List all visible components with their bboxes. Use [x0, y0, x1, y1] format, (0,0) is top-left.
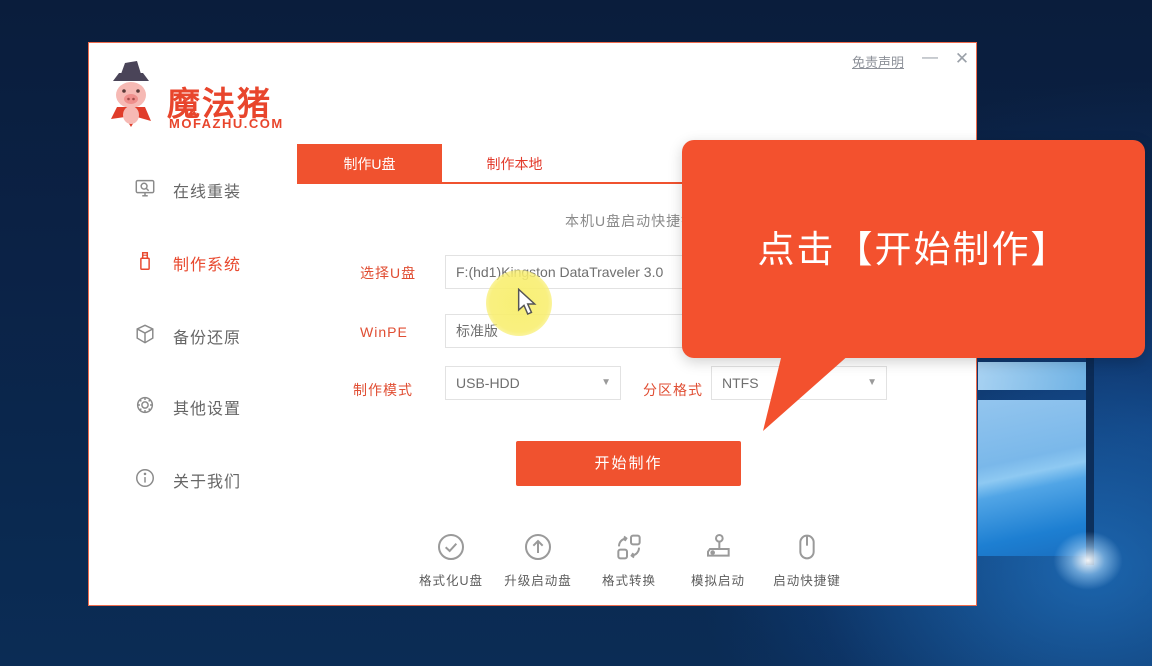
tool-label: 格式化U盘	[403, 570, 499, 589]
callout-text: 点击【开始制作】	[758, 219, 1070, 273]
sidebar-item-backup-restore[interactable]: 备份还原	[89, 319, 297, 351]
chevron-down-icon: ▼	[601, 367, 611, 399]
winpe-value: 标准版	[456, 323, 498, 339]
tool-format-usb[interactable]: 格式化U盘	[403, 531, 499, 589]
info-icon	[134, 467, 156, 489]
select-usb-value: F:(hd1)Kingston DataTraveler 3.0	[456, 264, 663, 280]
make-mode-value: USB-HDD	[456, 375, 520, 391]
desktop: 魔法猪 MOFAZHU.COM 免责声明 — ✕ 在线重装 制作系统	[0, 0, 1152, 666]
mouse-cursor-icon	[516, 288, 540, 316]
sidebar-item-label: 制作系统	[173, 251, 241, 275]
sidebar-item-online-reinstall[interactable]: 在线重装	[89, 173, 297, 205]
format-convert-icon	[613, 531, 645, 563]
wallpaper-glow	[1040, 520, 1152, 610]
tool-label: 模拟启动	[670, 570, 766, 589]
pig-wizard-mascot-icon	[103, 59, 159, 131]
make-mode-dropdown[interactable]: USB-HDD ▼	[445, 366, 621, 400]
tool-boot-hotkey[interactable]: 启动快捷键	[759, 531, 855, 589]
arrow-up-circle-icon	[522, 531, 554, 563]
settings-gear-icon	[134, 394, 156, 416]
usb-boot-hotkey-label: 本机U盘启动快捷键:	[339, 211, 701, 231]
app-logo: 魔法猪 MOFAZHU.COM	[103, 59, 323, 139]
joystick-icon	[702, 531, 734, 563]
close-button[interactable]: ✕	[951, 49, 973, 69]
sidebar-item-label: 备份还原	[173, 324, 241, 348]
tab-make-local[interactable]: 制作本地	[442, 144, 587, 184]
sidebar-item-label: 在线重装	[173, 178, 241, 202]
sidebar-item-label: 其他设置	[173, 395, 241, 419]
callout-tail	[758, 354, 858, 434]
tool-label: 升级启动盘	[490, 570, 586, 589]
sidebar-item-label: 关于我们	[173, 468, 241, 492]
chevron-down-icon: ▼	[867, 367, 877, 399]
tutorial-callout: 点击【开始制作】	[682, 140, 1145, 358]
sidebar-item-about-us[interactable]: 关于我们	[89, 463, 297, 495]
monitor-reinstall-icon	[134, 177, 156, 199]
make-mode-label: 制作模式	[353, 380, 413, 400]
wallpaper-window-pane-top	[978, 362, 1086, 390]
backup-restore-icon	[134, 323, 156, 345]
partition-format-value: NTFS	[722, 375, 759, 391]
tool-label: 格式转换	[581, 570, 677, 589]
select-usb-label: 选择U盘	[360, 263, 416, 283]
sidebar-item-other-settings[interactable]: 其他设置	[89, 390, 297, 422]
tool-label: 启动快捷键	[759, 570, 855, 589]
sidebar-item-make-system[interactable]: 制作系统	[89, 246, 297, 278]
usb-drive-icon	[134, 250, 156, 272]
minimize-button[interactable]: —	[919, 51, 941, 69]
start-make-button[interactable]: 开始制作	[516, 441, 741, 486]
mouse-icon	[791, 531, 823, 563]
logo-subtitle: MOFAZHU.COM	[169, 116, 284, 131]
tool-simulate-boot[interactable]: 模拟启动	[670, 531, 766, 589]
check-circle-icon	[435, 531, 467, 563]
tool-format-convert[interactable]: 格式转换	[581, 531, 677, 589]
winpe-label: WinPE	[360, 324, 408, 340]
tool-upgrade-boot-disk[interactable]: 升级启动盘	[490, 531, 586, 589]
tab-make-usb[interactable]: 制作U盘	[297, 144, 442, 184]
disclaimer-link[interactable]: 免责声明	[852, 52, 904, 71]
partition-format-label: 分区格式	[643, 380, 703, 400]
